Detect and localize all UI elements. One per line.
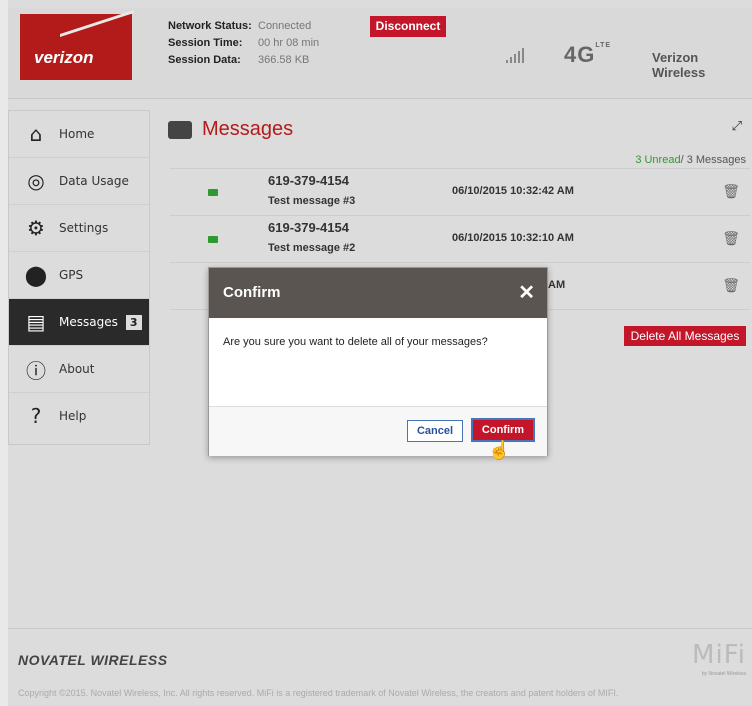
message-count: 3 Unread/ 3 Messages xyxy=(635,154,746,166)
sidebar-item-help[interactable]: ? Help xyxy=(9,393,149,439)
session-data-value: 366.58 KB xyxy=(258,54,310,66)
sidebar-item-label: Home xyxy=(59,127,95,141)
sidebar: ⌂ Home ◎ Data Usage ⚙ Settings ⬤ GPS ▤ M… xyxy=(8,110,150,445)
dialog-title: Confirm xyxy=(223,284,281,301)
delete-all-button[interactable]: Delete All Messages xyxy=(624,326,746,346)
page-title: Messages xyxy=(168,118,293,141)
message-text: Test message #3 xyxy=(268,195,356,207)
home-icon: ⌂ xyxy=(29,122,43,146)
sidebar-item-data-usage[interactable]: ◎ Data Usage xyxy=(9,158,149,205)
dialog-header: Confirm ✕ xyxy=(209,268,547,318)
network-type: 4GLTE xyxy=(564,42,612,67)
sidebar-item-about[interactable]: ⓘ About xyxy=(9,346,149,393)
sidebar-item-label: Help xyxy=(59,409,87,423)
session-time-value: 00 hr 08 min xyxy=(258,37,320,49)
message-text: Test message #2 xyxy=(268,242,356,254)
trash-icon[interactable]: 🗑 xyxy=(722,277,740,294)
message-icon: ▤ xyxy=(26,310,46,334)
network-status-value: Connected xyxy=(258,20,312,32)
hand-cursor-icon: ☝ xyxy=(488,440,511,460)
connection-status: Network Status: Connected Session Time: 00… xyxy=(168,20,319,71)
table-row[interactable]: 619-379-4154 Test message #3 06/10/2015 … xyxy=(170,168,750,215)
sidebar-item-home[interactable]: ⌂ Home xyxy=(9,111,149,158)
sidebar-item-label: GPS xyxy=(59,268,84,282)
message-date: AM xyxy=(548,279,566,291)
message-icon xyxy=(168,120,192,139)
cancel-button[interactable]: Cancel xyxy=(407,420,463,442)
trash-icon[interactable]: 🗑 xyxy=(722,230,740,247)
signal-strength-icon xyxy=(506,48,524,63)
sidebar-item-gps[interactable]: ⬤ GPS xyxy=(9,252,149,299)
message-date: 06/10/2015 10:32:42 AM xyxy=(452,185,574,197)
footer-divider xyxy=(8,628,752,629)
dialog-message: Are you sure you want to delete all of y… xyxy=(223,336,488,348)
gps-pin-icon: ⬤ xyxy=(24,263,48,287)
message-icon xyxy=(208,189,218,196)
sidebar-item-label: Messages xyxy=(59,315,118,329)
settings-gears-icon: ⚙ xyxy=(27,216,45,240)
verizon-logo: verizon xyxy=(20,9,134,80)
sidebar-item-label: Data Usage xyxy=(59,174,129,188)
unread-badge: 3 xyxy=(125,314,142,330)
novatel-logo: NOVATEL WIRELESS xyxy=(18,652,168,668)
header: verizon Network Status: Connected Session… xyxy=(8,8,752,99)
sidebar-item-settings[interactable]: ⚙ Settings xyxy=(9,205,149,252)
session-time-label: Session Time: xyxy=(168,37,243,49)
confirm-button[interactable]: Confirm xyxy=(471,418,535,442)
sender-number: 619-379-4154 xyxy=(268,220,349,235)
collapse-icon[interactable]: ⤢ xyxy=(732,118,742,134)
table-row[interactable]: 619-379-4154 Test message #2 06/10/2015 … xyxy=(170,215,750,262)
data-usage-icon: ◎ xyxy=(27,169,45,193)
info-icon: ⓘ xyxy=(26,358,46,383)
sender-number: 619-379-4154 xyxy=(268,173,349,188)
trash-icon[interactable]: 🗑 xyxy=(722,183,740,200)
disconnect-button[interactable]: Disconnect xyxy=(370,16,446,37)
message-icon xyxy=(208,236,218,243)
sidebar-item-messages[interactable]: ▤ Messages 3 xyxy=(9,299,149,346)
mifi-tagline: by Novatel Wireless xyxy=(701,671,746,677)
network-status-label: Network Status: xyxy=(168,20,252,32)
sidebar-item-label: About xyxy=(59,362,95,376)
message-date: 06/10/2015 10:32:10 AM xyxy=(452,232,574,244)
help-icon: ? xyxy=(30,404,42,428)
confirm-dialog: Confirm ✕ Are you sure you want to delet… xyxy=(208,267,548,456)
copyright-text: Copyright ©2015. Novatel Wireless, Inc. … xyxy=(18,688,619,698)
sidebar-item-label: Settings xyxy=(59,221,109,235)
mifi-logo: MiFi xyxy=(692,640,746,670)
session-data-label: Session Data: xyxy=(168,54,241,66)
close-icon[interactable]: ✕ xyxy=(518,280,535,305)
carrier-name: Verizon Wireless xyxy=(652,50,706,80)
